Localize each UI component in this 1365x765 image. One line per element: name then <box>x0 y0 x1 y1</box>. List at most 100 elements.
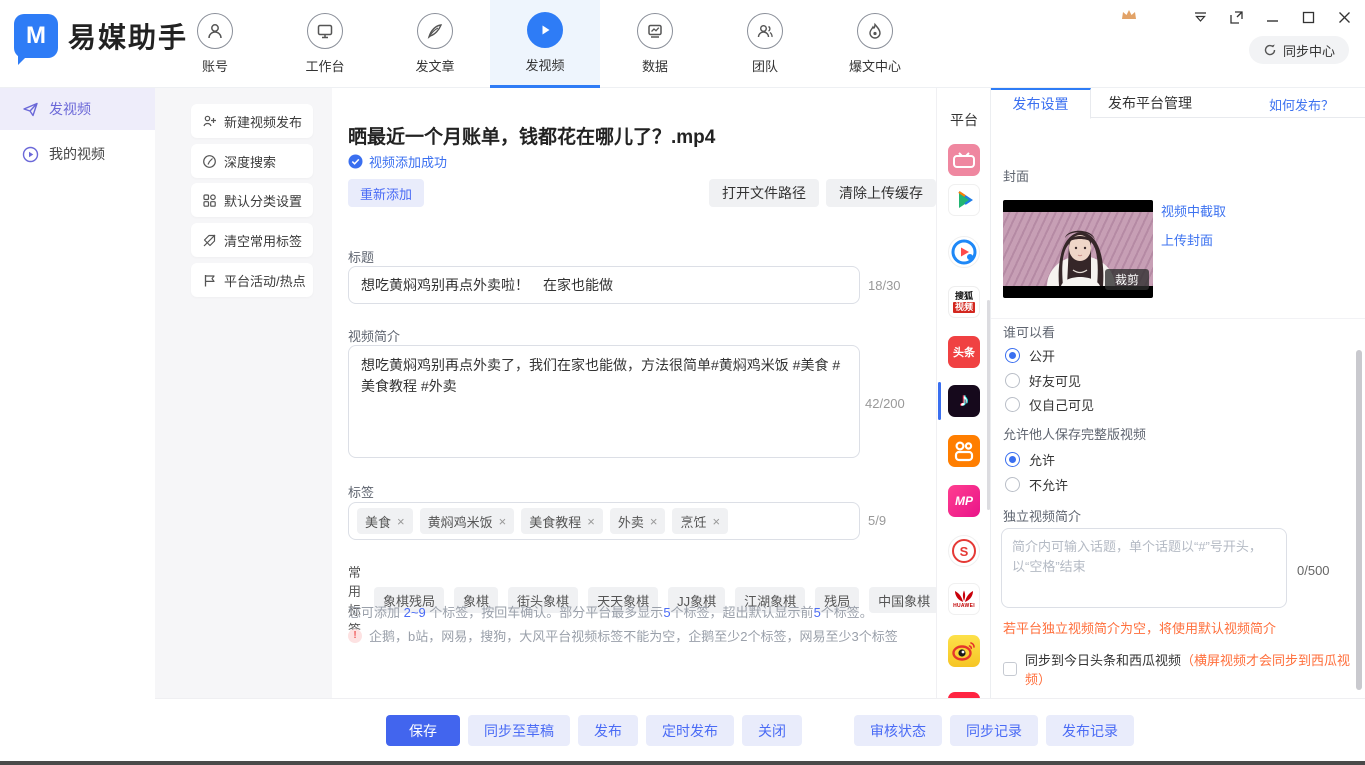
mp-icon-text: MP <box>955 494 973 508</box>
upload-status-text: 视频添加成功 <box>369 152 447 171</box>
tags-input[interactable]: 美食 黄焖鸡米饭 美食教程 外卖 烹饪 <box>348 502 860 540</box>
tag-chip[interactable]: 烹饪 <box>672 508 728 534</box>
screenshot-icon[interactable] <box>1227 8 1245 26</box>
tag-label: 黄焖鸡米饭 <box>428 512 493 531</box>
review-status-button[interactable]: 审核状态 <box>854 715 942 746</box>
platform-icon-huawei[interactable]: HUAWEI <box>948 583 980 615</box>
tag-label: 美食教程 <box>529 512 581 531</box>
platform-icon-sogou[interactable]: S <box>948 535 980 567</box>
platform-activity-button[interactable]: 平台活动/热点 <box>191 263 313 297</box>
platform-icon-weibo[interactable] <box>948 635 980 667</box>
platform-icon-haokan-video[interactable] <box>948 236 980 268</box>
tag-chip[interactable]: 美食 <box>357 508 413 534</box>
sync-checkbox-label: 同步到今日头条和西瓜视频（横屏视频才会同步到西瓜视频） <box>1025 650 1365 688</box>
radio-icon[interactable] <box>1005 373 1020 388</box>
radio-icon[interactable] <box>1005 397 1020 412</box>
platform-icon-ifeng-mp[interactable]: MP <box>948 485 980 517</box>
remove-tag-icon[interactable] <box>587 514 595 529</box>
sidebar-item-label: 发视频 <box>49 99 91 119</box>
save-button[interactable]: 保存 <box>386 715 460 746</box>
save-option-allow[interactable]: 允许 <box>1005 450 1055 469</box>
hint-text: 5 <box>663 605 670 620</box>
sync-records-button[interactable]: 同步记录 <box>950 715 1038 746</box>
tag-chip[interactable]: 外卖 <box>610 508 666 534</box>
radio-label: 公开 <box>1029 346 1055 365</box>
settings-panel: 发布设置 发布平台管理 如何发布？ 封面 裁剪 视频 <box>990 88 1365 698</box>
open-file-path-button[interactable]: 打开文件路径 <box>709 179 819 207</box>
radio-checked-icon[interactable] <box>1005 452 1020 467</box>
new-video-publish-button[interactable]: 新建视频发布 <box>191 104 313 138</box>
sogou-icon-text: S <box>952 539 976 563</box>
sidebar-item-my-videos[interactable]: 我的视频 <box>0 134 155 174</box>
footer-actions: 保存 同步至草稿 发布 定时发布 关闭 审核状态 同步记录 发布记录 <box>155 698 1365 762</box>
independent-desc-textarea[interactable] <box>1001 528 1287 608</box>
publish-button[interactable]: 发布 <box>578 715 638 746</box>
checkbox-icon[interactable] <box>1003 662 1017 676</box>
close-button[interactable]: 关闭 <box>742 715 802 746</box>
radio-checked-icon[interactable] <box>1005 348 1020 363</box>
description-textarea[interactable]: 想吃黄焖鸡别再点外卖了，我们在家也能做，方法很简单#黄焖鸡米饭 #美食 #美食教… <box>348 345 860 458</box>
tab-publish-settings[interactable]: 发布设置 <box>991 88 1091 119</box>
tag-chip[interactable]: 黄焖鸡米饭 <box>420 508 515 534</box>
sync-toutiao-checkbox-row[interactable]: 同步到今日头条和西瓜视频（横屏视频才会同步到西瓜视频） <box>1003 650 1365 688</box>
nav-label: 团队 <box>752 56 778 75</box>
sync-to-draft-button[interactable]: 同步至草稿 <box>468 715 570 746</box>
tag-label: 烹饪 <box>680 512 706 531</box>
title-input[interactable] <box>348 266 860 304</box>
independent-desc-label: 独立视频简介 <box>1003 506 1081 525</box>
collapse-icon[interactable] <box>1191 8 1209 26</box>
re-add-button[interactable]: 重新添加 <box>348 179 424 207</box>
cover-thumbnail[interactable]: 裁剪 <box>1003 200 1153 298</box>
platform-icon-sohu-video[interactable]: 搜狐 视频 <box>948 286 980 318</box>
visibility-option-public[interactable]: 公开 <box>1005 346 1055 365</box>
upload-cover-link[interactable]: 上传封面 <box>1161 230 1213 249</box>
remove-tag-icon[interactable] <box>650 514 658 529</box>
nav-item-account[interactable]: 账号 <box>160 0 270 88</box>
platform-icon-douyin[interactable]: ♪ <box>948 385 980 417</box>
default-category-settings-button[interactable]: 默认分类设置 <box>191 183 313 217</box>
platform-icon-tencent-video[interactable] <box>948 184 980 216</box>
chart-icon <box>637 13 673 49</box>
common-tag-chip[interactable]: 中国象棋 <box>869 587 939 613</box>
nav-item-data[interactable]: 数据 <box>600 0 710 88</box>
remove-tag-icon[interactable] <box>397 514 405 529</box>
tags-warning: ! 企鹅，b站，网易，搜狗，大风平台视频标签不能为空，企鹅至少2个标签，网易至少… <box>348 626 898 645</box>
nav-item-publish-article[interactable]: 发文章 <box>380 0 490 88</box>
tag-chip[interactable]: 美食教程 <box>521 508 603 534</box>
how-to-publish-link[interactable]: 如何发布？ <box>1269 95 1334 114</box>
sidebar-item-publish-video[interactable]: 发视频 <box>0 88 155 130</box>
pen-icon <box>417 13 453 49</box>
maximize-icon[interactable] <box>1299 8 1317 26</box>
platform-icon-toutiao[interactable]: 头条 <box>948 336 980 368</box>
save-option-disallow[interactable]: 不允许 <box>1005 475 1068 494</box>
crop-button[interactable]: 裁剪 <box>1105 269 1149 290</box>
radio-icon[interactable] <box>1005 477 1020 492</box>
minimize-icon[interactable] <box>1263 8 1281 26</box>
platform-icon-bilibili[interactable] <box>948 144 980 176</box>
upload-status: 视频添加成功 <box>348 152 447 171</box>
remove-tag-icon[interactable] <box>712 514 720 529</box>
platform-header: 平台 <box>937 110 991 130</box>
visibility-option-friends[interactable]: 好友可见 <box>1005 371 1081 390</box>
nav-item-publish-video[interactable]: 发视频 <box>490 0 600 88</box>
nav-item-hot-center[interactable]: 爆文中心 <box>820 0 930 88</box>
deep-search-button[interactable]: 深度搜索 <box>191 144 313 178</box>
top-navigation: 账号 工作台 发文章 发视频 <box>160 0 930 88</box>
remove-tag-icon[interactable] <box>499 514 507 529</box>
visibility-option-private[interactable]: 仅自己可见 <box>1005 395 1094 414</box>
scheduled-publish-button[interactable]: 定时发布 <box>646 715 734 746</box>
platform-icon-kuaishou[interactable] <box>948 435 980 467</box>
capture-from-video-link[interactable]: 视频中截取 <box>1161 201 1226 220</box>
tag-label: 美食 <box>365 512 391 531</box>
clear-common-tags-button[interactable]: 清空常用标签 <box>191 223 313 257</box>
tab-platform-management[interactable]: 发布平台管理 <box>1091 88 1209 118</box>
clear-upload-cache-button[interactable]: 清除上传缓存 <box>826 179 936 207</box>
sync-center-button[interactable]: 同步中心 <box>1249 36 1349 64</box>
publish-records-button[interactable]: 发布记录 <box>1046 715 1134 746</box>
close-icon[interactable] <box>1335 8 1353 26</box>
logo-icon: M <box>14 14 58 58</box>
right-panel-scrollbar[interactable] <box>1356 350 1362 690</box>
tags-field-label: 标签 <box>348 482 374 501</box>
nav-item-workbench[interactable]: 工作台 <box>270 0 380 88</box>
nav-item-team[interactable]: 团队 <box>710 0 820 88</box>
